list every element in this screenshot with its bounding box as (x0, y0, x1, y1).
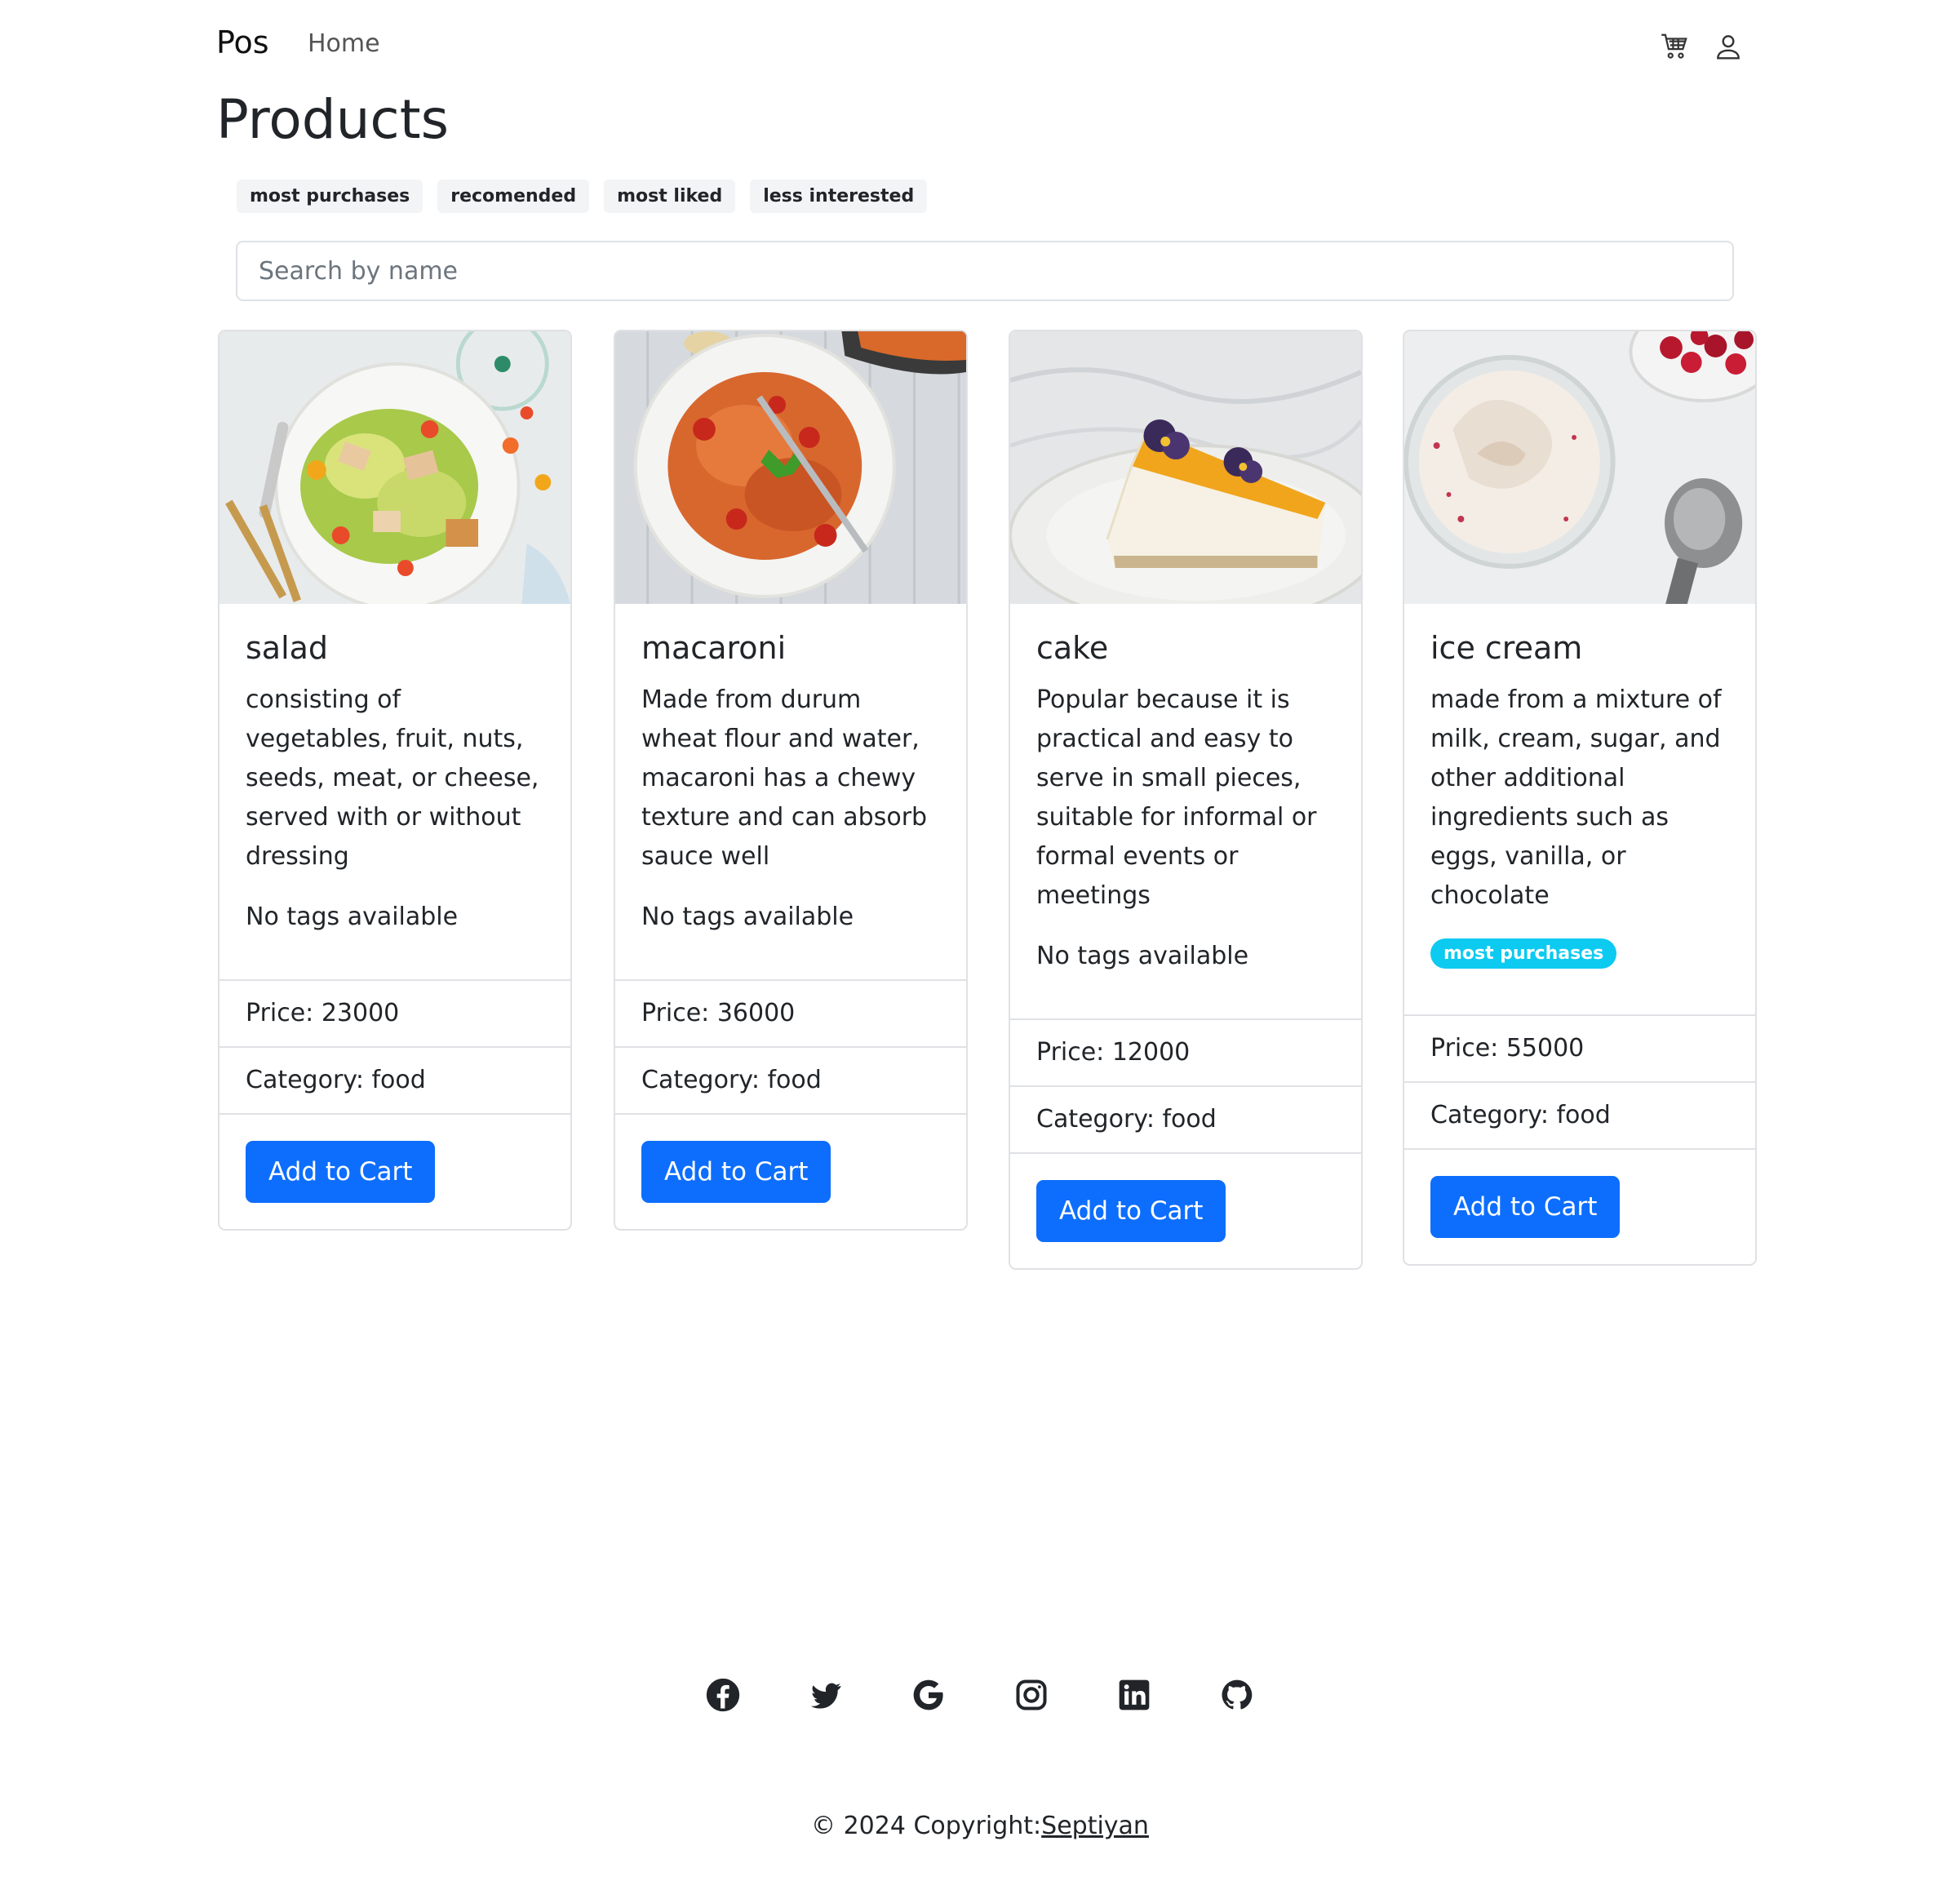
twitter-icon[interactable] (808, 1677, 844, 1713)
product-category: Category: food (615, 1046, 966, 1113)
linkedin-icon[interactable] (1116, 1677, 1152, 1713)
cart-icon[interactable] (1659, 31, 1690, 62)
product-card-salad: salad consisting of vegetables, fruit, n… (218, 330, 572, 1231)
product-category: Category: food (220, 1046, 570, 1113)
product-price: Price: 12000 (1010, 1018, 1361, 1085)
filter-recomended[interactable]: recomended (437, 180, 590, 213)
product-image-cake (1010, 331, 1361, 604)
google-icon[interactable] (911, 1677, 947, 1713)
social-links (0, 1677, 1960, 1713)
product-image-ice-cream (1404, 331, 1755, 604)
product-tags: No tags available (1036, 942, 1249, 970)
navbar-brand[interactable]: Pos (216, 24, 269, 60)
copyright-link[interactable]: Septiyan (1041, 1812, 1149, 1840)
copyright: © 2024 Copyright:Septiyan (0, 1812, 1960, 1840)
product-image-macaroni (615, 331, 966, 604)
product-card-cake: cake Popular because it is practical and… (1009, 330, 1363, 1270)
product-category: Category: food (1404, 1081, 1755, 1148)
product-name: ice cream (1430, 630, 1583, 666)
add-to-cart-button[interactable]: Add to Cart (1430, 1176, 1621, 1238)
product-card-ice-cream: ice cream made from a mixture of milk, c… (1403, 330, 1757, 1266)
add-to-cart-button[interactable]: Add to Cart (641, 1141, 831, 1203)
product-price: Price: 36000 (615, 979, 966, 1046)
product-price: Price: 23000 (220, 979, 570, 1046)
copyright-text: © 2024 Copyright: (811, 1812, 1042, 1840)
product-price: Price: 55000 (1404, 1014, 1755, 1081)
page-title: Products (216, 88, 449, 151)
product-description: Popular because it is practical and easy… (1036, 685, 1317, 910)
product-card-macaroni: macaroni Made from durum wheat flour and… (614, 330, 968, 1231)
product-tags: No tags available (641, 903, 854, 931)
product-category: Category: food (1010, 1085, 1361, 1152)
nav-link-home[interactable]: Home (308, 29, 380, 58)
product-description: Made from durum wheat flour and water, m… (641, 685, 928, 871)
github-icon[interactable] (1219, 1677, 1255, 1713)
filter-most-purchases[interactable]: most purchases (237, 180, 423, 213)
add-to-cart-button[interactable]: Add to Cart (1036, 1180, 1226, 1242)
product-name: salad (246, 630, 329, 666)
filter-most-liked[interactable]: most liked (604, 180, 736, 213)
product-description: made from a mixture of milk, cream, suga… (1430, 685, 1722, 910)
navbar: Pos Home (216, 21, 1744, 73)
product-tags: No tags available (246, 903, 459, 931)
product-tag-badge: most purchases (1430, 938, 1617, 969)
product-name: cake (1036, 630, 1109, 666)
facebook-icon[interactable] (705, 1677, 741, 1713)
filter-less-interested[interactable]: less interested (750, 180, 928, 213)
add-to-cart-button[interactable]: Add to Cart (246, 1141, 436, 1203)
instagram-icon[interactable] (1013, 1677, 1049, 1713)
product-image-salad (220, 331, 570, 604)
user-icon[interactable] (1713, 31, 1744, 62)
search-input[interactable] (236, 241, 1734, 301)
product-name: macaroni (641, 630, 787, 666)
product-description: consisting of vegetables, fruit, nuts, s… (246, 685, 539, 871)
filter-group: most purchases recomended most liked les… (237, 180, 928, 213)
